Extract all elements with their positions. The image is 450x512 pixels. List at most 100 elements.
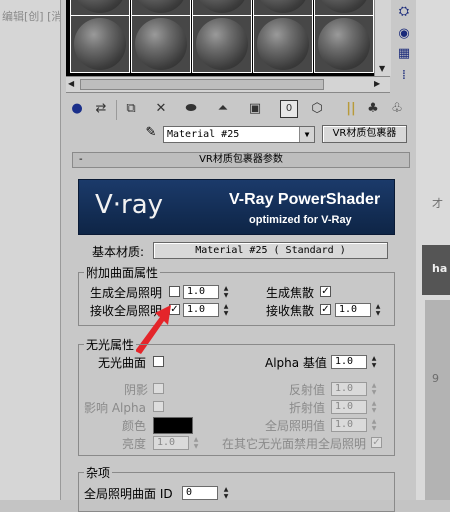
put-to-scene-icon[interactable]: ⇄: [92, 100, 110, 118]
scroll-down-arrow-icon[interactable]: ▼: [379, 64, 385, 73]
material-slot[interactable]: [70, 0, 130, 16]
material-toolbar: ● ⇄ ⧉ ✕ ⬬ ⏶ ▣ 0 ⬡ || ♣ ♧: [66, 98, 416, 122]
generate-gi-spinner[interactable]: ▲ ▼: [222, 285, 230, 299]
go-forward-sibling-icon[interactable]: ♧: [388, 100, 406, 118]
affect-alpha-label: 影响 Alpha: [84, 401, 146, 415]
vray-banner: V·ray V-Ray PowerShader optimized for V-…: [78, 179, 395, 235]
material-sphere-preview: [135, 0, 187, 13]
material-sphere-preview: [318, 0, 370, 13]
material-sphere-preview: [196, 0, 248, 13]
material-slot[interactable]: [314, 0, 374, 16]
brightness-label: 亮度: [122, 437, 147, 451]
put-to-library-icon[interactable]: ▣: [246, 100, 264, 118]
material-slot[interactable]: [131, 0, 191, 16]
scroll-right-arrow-icon[interactable]: ▶: [374, 79, 380, 88]
gi-surface-id-spinner[interactable]: ▲ ▼: [222, 486, 230, 500]
delete-material-icon[interactable]: ✕: [152, 100, 170, 118]
receive-gi-value-input[interactable]: 1.0: [183, 303, 219, 317]
base-material-button[interactable]: Material #25 ( Standard ): [153, 242, 388, 259]
go-to-parent-icon[interactable]: ♣: [364, 100, 382, 118]
refraction-amount-input[interactable]: 1.0: [331, 400, 367, 414]
backlight-icon[interactable]: ◉: [395, 26, 413, 42]
show-end-result-icon[interactable]: ||: [342, 100, 360, 118]
slots-vertical-scrollbar[interactable]: ▼: [374, 0, 391, 76]
shadows-label: 阴影: [124, 383, 149, 397]
gi-amount-input[interactable]: 1.0: [331, 418, 367, 432]
material-slot[interactable]: [314, 15, 374, 73]
extra-surface-title: 附加曲面属性: [84, 264, 161, 281]
generate-caustics-checkbox[interactable]: ✓: [320, 286, 331, 297]
background-app-left: [0, 0, 60, 500]
material-sphere-preview: [318, 18, 370, 70]
material-effects-channel-icon[interactable]: 0: [280, 100, 298, 118]
alpha-contribution-spinner[interactable]: ▲ ▼: [370, 355, 378, 369]
material-slot[interactable]: [192, 0, 252, 16]
brightness-input[interactable]: 1.0: [153, 436, 189, 450]
show-map-icon[interactable]: ⬡: [308, 100, 326, 118]
material-sphere-preview: [135, 18, 187, 70]
refraction-amount-spinner[interactable]: ▲ ▼: [370, 400, 378, 414]
assign-to-selection-icon[interactable]: ⧉: [122, 100, 140, 118]
background-app-text: 9: [432, 372, 439, 385]
banner-title: V-Ray PowerShader: [229, 191, 381, 208]
rollout-title: VR材质包裹器参数: [199, 154, 283, 165]
material-sphere-preview: [74, 18, 126, 70]
background-app-text: ha: [432, 262, 448, 275]
no-gi-on-other-mattes-checkbox[interactable]: ✓: [371, 437, 382, 448]
reflection-amount-label: 反射值: [289, 383, 326, 397]
make-copy-icon[interactable]: ⬬: [182, 100, 200, 118]
gi-surface-id-label: 全局照明曲面 ID: [84, 487, 173, 501]
material-sphere-preview: [74, 0, 126, 13]
receive-caustics-spinner[interactable]: ▲ ▼: [374, 303, 382, 317]
misc-title: 杂项: [84, 464, 113, 481]
material-slot[interactable]: [253, 0, 313, 16]
reflection-amount-spinner[interactable]: ▲ ▼: [370, 382, 378, 396]
vray-logo: V·ray: [95, 190, 164, 220]
material-slot[interactable]: [131, 15, 191, 73]
gi-amount-spinner[interactable]: ▲ ▼: [370, 418, 378, 432]
gi-surface-id-input[interactable]: 0: [182, 486, 218, 500]
receive-gi-spinner[interactable]: ▲ ▼: [222, 303, 230, 317]
background-app-text: 才: [432, 197, 443, 210]
receive-caustics-value-input[interactable]: 1.0: [335, 303, 371, 317]
background-icon[interactable]: ▦: [395, 46, 413, 62]
material-sphere-preview: [257, 0, 309, 13]
material-slot[interactable]: [253, 15, 313, 73]
brightness-spinner[interactable]: ▲ ▼: [192, 436, 200, 450]
slots-scroll-thumb[interactable]: [80, 79, 324, 90]
material-name-value: Material #25: [167, 129, 240, 140]
scroll-left-arrow-icon[interactable]: ◀: [68, 79, 74, 88]
rollout-header[interactable]: - VR材质包裹器参数: [72, 152, 410, 168]
no-gi-on-other-mattes-label: 在其它无光面禁用全局照明: [222, 437, 367, 451]
color-swatch[interactable]: [153, 417, 193, 434]
gi-amount-label: 全局照明值: [265, 419, 326, 433]
material-slot[interactable]: [70, 15, 130, 73]
rollout-collapse-icon: -: [79, 154, 83, 165]
generate-gi-value-input[interactable]: 1.0: [183, 285, 219, 299]
material-sphere-preview: [257, 18, 309, 70]
alpha-contribution-label: Alpha 基值: [265, 356, 327, 370]
material-slot[interactable]: [192, 15, 252, 73]
chevron-down-icon: ▼: [299, 127, 314, 142]
shadows-checkbox[interactable]: [153, 383, 164, 394]
banner-subtitle: optimized for V-Ray: [249, 214, 352, 226]
uv-tiling-icon[interactable]: ⁞: [395, 68, 413, 84]
color-label: 颜色: [122, 419, 147, 433]
background-app-menu-text: 编辑[创] [消: [2, 10, 63, 23]
affect-alpha-checkbox[interactable]: [153, 401, 164, 412]
sample-type-icon[interactable]: ⛭: [395, 4, 413, 20]
material-type-button[interactable]: VR材质包裹器: [322, 125, 407, 143]
matte-title: 无光属性: [84, 336, 137, 353]
make-unique-icon[interactable]: ⏶: [214, 100, 232, 118]
matte-surface-checkbox[interactable]: [153, 356, 164, 367]
alpha-contribution-input[interactable]: 1.0: [331, 355, 367, 369]
receive-caustics-label: 接收焦散: [266, 304, 315, 318]
matte-surface-label: 无光曲面: [98, 356, 147, 370]
generate-gi-checkbox[interactable]: [169, 286, 180, 297]
reflection-amount-input[interactable]: 1.0: [331, 382, 367, 396]
get-material-icon[interactable]: ●: [68, 100, 86, 118]
generate-caustics-label: 生成焦散: [266, 286, 315, 300]
pick-material-eyedropper-icon[interactable]: ✎: [142, 124, 160, 142]
receive-caustics-checkbox[interactable]: ✓: [320, 304, 331, 315]
material-name-dropdown[interactable]: Material #25 ▼: [163, 126, 315, 143]
